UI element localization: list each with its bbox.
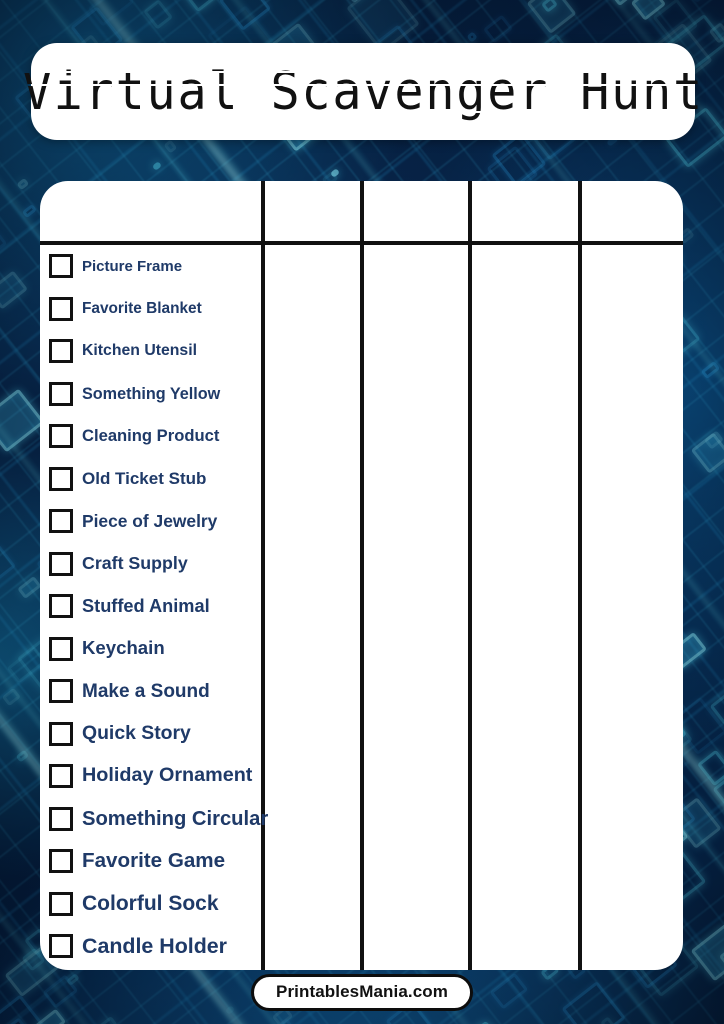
checklist-item-label: Colorful Sock bbox=[82, 892, 219, 916]
checkbox-icon[interactable] bbox=[49, 594, 73, 619]
checklist-row[interactable]: Quick Story bbox=[45, 713, 261, 756]
checklist-row[interactable]: Keychain bbox=[45, 628, 261, 671]
checklist-row[interactable]: Picture Frame bbox=[45, 245, 261, 288]
title-bar: Virtual Scavenger Hunt bbox=[22, 43, 702, 140]
checklist-item-label: Candle Holder bbox=[82, 933, 228, 958]
checklist-item-label: Favorite Blanket bbox=[82, 300, 202, 318]
checklist-row[interactable]: Favorite Game bbox=[45, 840, 261, 883]
column-divider-1 bbox=[261, 181, 265, 970]
checklist-item-label: Something Yellow bbox=[82, 384, 221, 403]
checklist-row[interactable]: Stuffed Animal bbox=[45, 585, 261, 628]
checklist-item-label: Old Ticket Stub bbox=[82, 469, 207, 489]
checklist-row[interactable]: Make a Sound bbox=[45, 670, 261, 713]
checkbox-icon[interactable] bbox=[49, 934, 73, 959]
checkbox-icon[interactable] bbox=[49, 466, 73, 491]
checkbox-icon[interactable] bbox=[49, 339, 73, 364]
checklist-item-label: Picture Frame bbox=[82, 257, 183, 275]
checklist-item-label: Stuffed Animal bbox=[82, 596, 210, 617]
footer-branding-badge[interactable]: PrintablesMania.com bbox=[251, 974, 473, 1011]
checklist-row[interactable]: Colorful Sock bbox=[45, 883, 261, 926]
checklist-item-label: Quick Story bbox=[82, 722, 191, 745]
checklist-row[interactable]: Favorite Blanket bbox=[45, 288, 261, 331]
checkbox-icon[interactable] bbox=[49, 296, 73, 321]
column-divider-4 bbox=[578, 181, 582, 970]
checkbox-icon[interactable] bbox=[49, 381, 73, 406]
checkbox-icon[interactable] bbox=[49, 891, 73, 916]
checkbox-icon[interactable] bbox=[49, 254, 73, 279]
checkbox-icon[interactable] bbox=[49, 424, 73, 449]
checklist-item-label: Favorite Game bbox=[82, 848, 226, 872]
checklist-item-label: Craft Supply bbox=[82, 552, 188, 573]
checklist-row[interactable]: Piece of Jewelry bbox=[45, 500, 261, 543]
checklist-item-label: Cleaning Product bbox=[82, 425, 220, 445]
checklist-row[interactable]: Craft Supply bbox=[45, 543, 261, 586]
checklist-row[interactable]: Holiday Ornament bbox=[45, 755, 261, 798]
checklist-card: Picture Frame Favorite Blanket Kitchen Ute… bbox=[40, 181, 683, 970]
checkbox-icon[interactable] bbox=[49, 764, 73, 789]
checkbox-icon[interactable] bbox=[49, 806, 73, 831]
column-divider-3 bbox=[468, 181, 472, 970]
checklist-row[interactable]: Kitchen Utensil bbox=[45, 330, 261, 373]
checklist-item-label: Kitchen Utensil bbox=[82, 342, 197, 360]
page-title: Virtual Scavenger Hunt bbox=[22, 61, 704, 122]
checklist-row[interactable]: Old Ticket Stub bbox=[45, 458, 261, 501]
checklist-row[interactable]: Something Circular bbox=[45, 798, 268, 841]
checklist-row[interactable]: Something Yellow bbox=[45, 373, 261, 416]
checklist-item-label: Make a Sound bbox=[82, 680, 210, 702]
checklist-item-label: Something Circular bbox=[82, 807, 269, 830]
checklist-item-label: Holiday Ornament bbox=[82, 764, 253, 787]
checklist-row[interactable]: Cleaning Product bbox=[45, 415, 261, 458]
checklist-item-label: Keychain bbox=[82, 637, 165, 659]
checklist-row[interactable]: Candle Holder bbox=[45, 925, 261, 968]
checkbox-icon[interactable] bbox=[49, 849, 73, 874]
checkbox-icon[interactable] bbox=[49, 509, 73, 534]
checkbox-icon[interactable] bbox=[49, 551, 73, 576]
checkbox-icon[interactable] bbox=[49, 636, 73, 661]
checkbox-icon[interactable] bbox=[49, 721, 73, 746]
checklist-item-label: Piece of Jewelry bbox=[82, 510, 218, 531]
column-divider-2 bbox=[360, 181, 364, 970]
scavenger-hunt-table: Picture Frame Favorite Blanket Kitchen Ute… bbox=[40, 181, 683, 970]
checkbox-icon[interactable] bbox=[49, 679, 73, 704]
item-list: Picture Frame Favorite Blanket Kitchen Ute… bbox=[40, 245, 268, 968]
